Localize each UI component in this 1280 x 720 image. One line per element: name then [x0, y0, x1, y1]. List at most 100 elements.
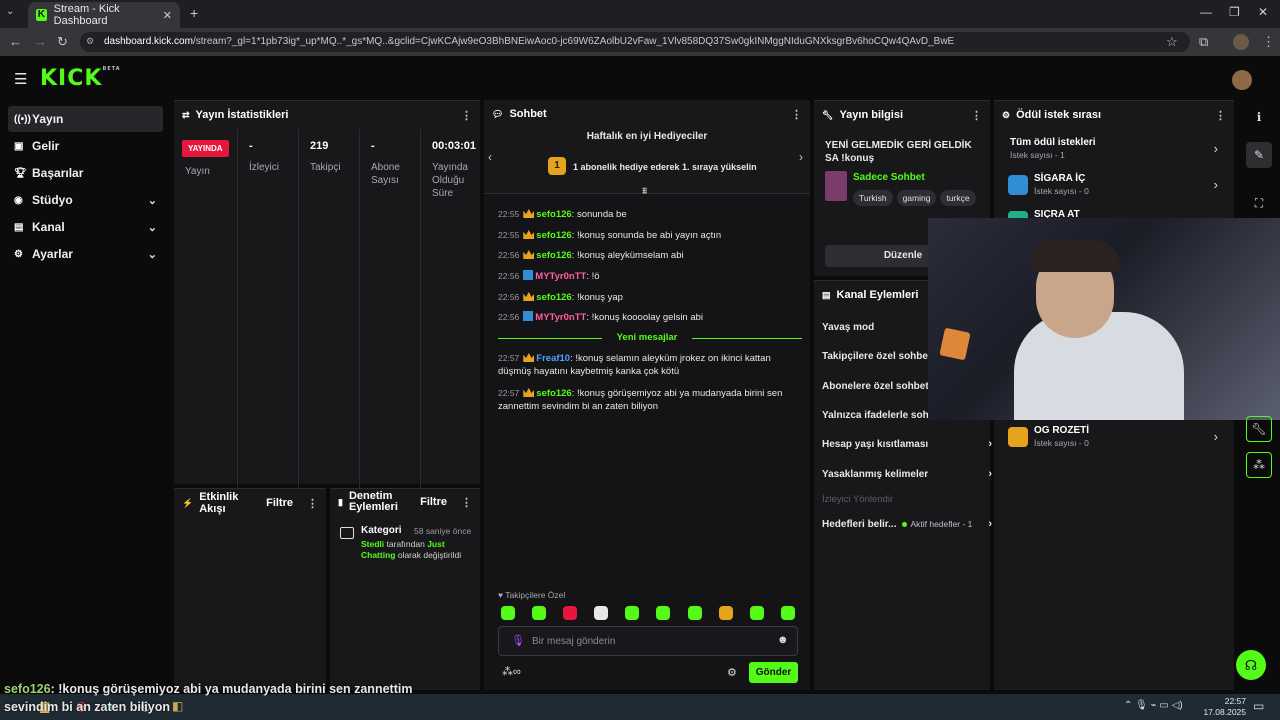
app-icon[interactable]: ◧ — [172, 699, 183, 713]
address-bar[interactable]: dashboard.kick.com/stream?_gl=1*1pb73ig*… — [80, 32, 1190, 52]
mod-entry-title: Kategori — [361, 525, 402, 536]
tray-icons[interactable]: ⌃ 🎙︎ ⌁ ▭ ◁) — [1124, 700, 1183, 711]
emote-icon[interactable] — [656, 606, 670, 620]
stream-chat-overlay: sefo126: !konuş görüşemiyoz abi ya mudan… — [4, 682, 413, 696]
sidebar-item-yayin[interactable]: ((•)) Yayın — [8, 106, 163, 132]
filter-button[interactable]: Filtre — [266, 497, 293, 509]
chevron-down-icon: ⌄ — [147, 248, 157, 261]
rank-badge: 1 — [548, 157, 566, 175]
extensions-icon[interactable]: ⧉ — [1199, 34, 1208, 50]
collapse-icon[interactable]: ⩩ — [642, 186, 647, 197]
minimize-icon[interactable]: — — [1200, 5, 1212, 19]
chat-message: 22:55 sefo126: !konuş sonunda be abi yayı… — [498, 230, 722, 241]
emote-icon[interactable] — [501, 606, 515, 620]
panel-header: 💬︎ Sohbet ⋮ — [484, 100, 810, 128]
site-info-icon[interactable]: ⚙ — [86, 36, 94, 47]
emote-icon[interactable] — [688, 606, 702, 620]
banned-words-row[interactable]: Yasaklanmış kelimeler › — [822, 464, 992, 484]
browser-tab[interactable]: K Stream - Kick Dashboard ✕ — [28, 2, 180, 28]
more-options-icon[interactable]: ⋮ — [461, 496, 472, 509]
chevron-down-icon: ⌄ — [147, 221, 157, 234]
tab-title: Stream - Kick Dashboard — [53, 3, 120, 27]
live-badge: YAYINDA — [182, 140, 229, 157]
gear-icon: ⚙ — [14, 248, 23, 260]
sidebar-item-label: Başarılar — [32, 166, 84, 180]
microphone-icon[interactable]: 🎙︎ — [511, 634, 525, 647]
stream-title: YENİ GELMEDİK GERİ GELDİK SA !konuş — [825, 140, 972, 164]
restore-icon[interactable]: ❐ — [1229, 5, 1240, 19]
chat-bubble-icon: 💬︎ — [492, 108, 504, 119]
sidebar-item-basarilar[interactable]: 🏆︎ Başarılar — [8, 160, 163, 186]
info-icon[interactable]: ℹ — [1246, 104, 1272, 130]
kick-logo[interactable]: KICKBETA — [40, 66, 121, 91]
user-avatar[interactable] — [1232, 70, 1252, 90]
all-rewards-item[interactable]: Tüm ödül istekleri İstek sayısı - 1 › — [1008, 137, 1218, 161]
goals-row[interactable]: Hedefleri belir... Aktif hedefler - 1 › — [822, 514, 992, 534]
bookmark-star-icon[interactable]: ☆ — [1166, 34, 1178, 50]
close-tab-icon[interactable]: ✕ — [163, 9, 172, 22]
stat-value: 00:03:01 — [432, 140, 477, 152]
fullscreen-icon[interactable]: ⛶ — [1246, 190, 1272, 216]
chevron-right-icon: › — [1213, 429, 1218, 444]
chat-settings-icon[interactable]: ⚙ — [727, 666, 737, 679]
chat-message: 22:56 MYTyr0nTT: !ö — [498, 270, 600, 282]
tools-icon[interactable]: 🔧︎ — [1246, 416, 1272, 442]
filter-button[interactable]: Filtre — [420, 496, 447, 508]
emote-icon[interactable] — [594, 606, 608, 620]
sidebar-item-ayarlar[interactable]: ⚙ Ayarlar ⌄ — [8, 241, 163, 267]
stream-category[interactable]: Sadece Sohbet — [853, 172, 925, 183]
sidebar-item-gelir[interactable]: ▣ Gelir — [8, 133, 163, 159]
edit-layout-icon[interactable]: ✎ — [1246, 142, 1272, 168]
send-button[interactable]: Gönder — [749, 662, 798, 683]
taskbar: ▆ ◉ ● ◎ ◧ ⌃ 🎙︎ ⌁ ▭ ◁) 22:57 17.08.2025 ▭ — [0, 694, 1280, 720]
chevron-right-icon: › — [988, 438, 992, 450]
more-options-icon[interactable]: ⋮ — [307, 497, 318, 510]
apps-icon[interactable]: ⁂ — [1246, 452, 1272, 478]
stat-label: İzleyici — [249, 162, 280, 173]
account-age-row[interactable]: Hesap yaşı kısıtlaması › — [822, 434, 992, 454]
sidebar-item-label: Ayarlar — [32, 247, 73, 261]
chevron-right-icon: › — [988, 468, 992, 480]
profile-avatar-icon[interactable] — [1233, 34, 1249, 50]
forward-icon[interactable]: → — [34, 34, 47, 49]
activity-feed-panel: ⚡ Etkinlik Akışı Filtre ⋮ — [174, 488, 326, 690]
reload-icon[interactable]: ↻ — [57, 34, 68, 50]
back-icon[interactable]: ← — [9, 34, 22, 49]
chat-tools-icon[interactable]: ⁂∞ — [502, 665, 521, 678]
chevron-right-icon[interactable]: › — [799, 150, 803, 164]
more-options-icon[interactable]: ⋮ — [971, 109, 982, 122]
emote-icon[interactable] — [719, 606, 733, 620]
reward-item[interactable]: OG ROZETİ İstek sayısı - 0 › — [1008, 425, 1218, 449]
emote-icon[interactable] — [625, 606, 639, 620]
reward-item[interactable]: SİGARA İÇ İstek sayısı - 0 › — [1008, 173, 1218, 197]
sidebar-item-label: Yayın — [32, 112, 64, 126]
stream-stats-panel: ⇄ Yayın İstatistikleri ⋮ YAYINDA Yayın -… — [174, 100, 480, 492]
browser-menu-icon[interactable]: ⋮ — [1262, 34, 1275, 50]
chevron-left-icon[interactable]: ‹ — [488, 150, 492, 164]
stat-viewers: - İzleyici — [238, 129, 299, 492]
notification-icon[interactable]: ▭ — [1253, 699, 1264, 713]
tag: gaming — [896, 190, 937, 206]
sidebar-item-studyo[interactable]: ◉ Stüdyo ⌄ — [8, 187, 163, 213]
emote-icon[interactable] — [563, 606, 577, 620]
emote-icon[interactable] — [750, 606, 764, 620]
emote-icon[interactable] — [781, 606, 795, 620]
emote-icon[interactable] — [532, 606, 546, 620]
stat-label: Takipçi — [310, 162, 341, 173]
chat-message: 22:57 sefo126: !konuş görüşemiyoz abi ya … — [498, 388, 783, 412]
support-icon[interactable]: ☊ — [1236, 650, 1266, 680]
new-tab-icon[interactable]: + — [190, 5, 198, 21]
broadcast-icon: ((•)) — [14, 113, 31, 125]
category-icon — [340, 527, 354, 539]
tab-search-icon[interactable]: ⌄ — [6, 6, 14, 17]
more-options-icon[interactable]: ⋮ — [791, 108, 802, 121]
revenue-icon: ▣ — [14, 140, 24, 152]
emoji-icon[interactable]: ☻ — [777, 634, 789, 646]
chat-input[interactable]: 🎙︎ Bir mesaj gönderin ☻ — [498, 626, 798, 656]
close-window-icon[interactable]: ✕ — [1258, 5, 1268, 19]
sidebar-item-kanal[interactable]: ▤ Kanal ⌄ — [8, 214, 163, 240]
panel-header: ⇄ Yayın İstatistikleri ⋮ — [174, 101, 480, 129]
hamburger-menu-icon[interactable]: ☰ — [14, 70, 27, 88]
more-options-icon[interactable]: ⋮ — [461, 109, 472, 122]
more-options-icon[interactable]: ⋮ — [1215, 109, 1226, 122]
